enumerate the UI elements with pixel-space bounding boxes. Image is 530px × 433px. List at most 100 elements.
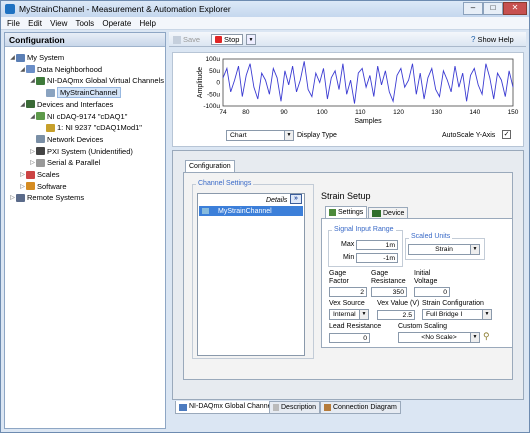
max-input[interactable]: 1m (356, 240, 398, 250)
lead-resistance-label: Lead Resistance (329, 323, 382, 330)
min-input[interactable]: -1m (356, 253, 398, 263)
tab-global-channel[interactable]: NI-DAQmx Global Channel (175, 401, 278, 414)
menu-tools[interactable]: Tools (75, 19, 94, 28)
tree-item[interactable]: ▷ Scales (19, 169, 59, 180)
display-type-label: Display Type (297, 132, 337, 139)
tree-item[interactable]: 1: NI 9237 "cDAQ1Mod1" (39, 122, 142, 133)
expand-toggle-icon[interactable]: ◢ (19, 101, 26, 108)
remote-icon (16, 193, 25, 202)
autoscale-label: AutoScale Y-Axis (442, 132, 496, 139)
expand-toggle-icon[interactable]: ◢ (19, 66, 26, 73)
channel-list-item[interactable]: MyStrainChannel (199, 206, 303, 216)
menu-edit[interactable]: Edit (28, 19, 42, 28)
custom-scaling-label: Custom Scaling (398, 323, 448, 330)
tree-item-label: Data Neighborhood (37, 64, 103, 74)
show-help-button[interactable]: ? Show Help (471, 34, 514, 45)
gage-factor-input[interactable]: 2 (329, 287, 367, 297)
stop-button[interactable]: Stop (211, 34, 244, 45)
channel-settings-title: Channel Settings (196, 180, 254, 187)
stop-icon (215, 36, 222, 43)
chassis-icon (36, 112, 45, 120)
save-button[interactable]: Save (173, 34, 200, 45)
scales-icon (26, 170, 35, 179)
y-tick-label: 100u (206, 56, 221, 63)
vex-source-label: Vex Source (329, 300, 365, 307)
help-icon: ? (471, 35, 476, 44)
stop-dropdown[interactable]: ▼ (246, 34, 256, 45)
x-axis-label: Samples (354, 118, 382, 125)
tab-settings[interactable]: Settings (325, 206, 368, 218)
tree-item[interactable]: ◢ My System (9, 52, 64, 63)
tree-item[interactable]: ▷ Serial & Parallel (29, 157, 100, 168)
vex-value-label: Vex Value (V) (377, 300, 420, 307)
chevron-down-icon: ▼ (470, 333, 479, 342)
tree-item[interactable]: ◢ NI-DAQmx Global Virtual Channels (29, 75, 164, 86)
channel-list[interactable] (197, 193, 305, 356)
custom-scaling-select[interactable]: <No Scale> ▼ (398, 332, 480, 343)
tree-item[interactable]: ◢ NI cDAQ-9174 "cDAQ1" (29, 111, 127, 122)
y-tick-label: 0 (216, 80, 220, 87)
tree-item[interactable]: ◢ Data Neighborhood (19, 64, 102, 75)
tree-item-label: Remote Systems (27, 193, 85, 203)
vex-source-select[interactable]: Internal ▼ (329, 309, 369, 320)
strain-setup-title: Strain Setup (321, 191, 371, 201)
module-icon (46, 123, 55, 132)
gage-resistance-input[interactable]: 350 (371, 287, 407, 297)
chevron-down-icon: ▼ (470, 245, 479, 254)
tree-item[interactable]: ◢ Devices and Interfaces (19, 99, 113, 110)
tree-item-label: Network Devices (47, 134, 104, 144)
tree-item[interactable]: ▷ PXI System (Unidentified) (29, 146, 133, 157)
tree-item[interactable]: Network Devices (29, 134, 103, 145)
tree-item[interactable]: MyStrainChannel (39, 87, 121, 99)
y-tick-label: -100u (203, 103, 220, 110)
tab-connection-diagram[interactable]: Connection Diagram (320, 401, 401, 414)
expand-toggle-icon[interactable]: ▷ (9, 194, 16, 201)
diagram-icon (324, 404, 331, 411)
computer-icon (16, 53, 25, 62)
title-bar: MyStrainChannel - Measurement & Automati… (1, 1, 529, 17)
minimize-button[interactable]: – (463, 2, 483, 15)
channel-tab-icon (179, 403, 187, 411)
menu-file[interactable]: File (7, 19, 20, 28)
expand-toggle-icon[interactable]: ◢ (29, 113, 36, 120)
tab-description[interactable]: Description (269, 401, 321, 414)
expand-toggle-icon[interactable]: ▷ (29, 159, 36, 166)
menu-operate[interactable]: Operate (102, 19, 131, 28)
signal-input-range-title: Signal Input Range (332, 226, 396, 233)
max-label: Max (341, 241, 355, 248)
tree-item-label: 1: NI 9237 "cDAQ1Mod1" (57, 123, 142, 133)
details-expand-button[interactable]: » (290, 194, 302, 204)
x-tick-label: 130 (431, 109, 442, 116)
menu-help[interactable]: Help (140, 19, 156, 28)
chevron-down-icon: ▼ (284, 131, 293, 140)
display-type-select[interactable]: Chart ▼ (226, 130, 294, 141)
vex-value-input[interactable]: 2.5 (377, 310, 415, 320)
close-button[interactable]: ✕ (503, 2, 527, 15)
devices-icon (26, 100, 35, 109)
x-tick-label: 110 (355, 109, 366, 116)
strain-configuration-select[interactable]: Full Bridge I ▼ (422, 309, 492, 320)
expand-toggle-icon[interactable]: ▷ (19, 183, 26, 190)
custom-scaling-edit-icon[interactable]: ⚲ (483, 331, 490, 342)
menu-bar: File Edit View Tools Operate Help (1, 17, 529, 30)
scaled-units-select[interactable]: Strain ▼ (408, 244, 480, 255)
scaled-units-title: Scaled Units (409, 233, 453, 240)
tab-configuration[interactable]: Configuration (185, 160, 235, 172)
app-icon (5, 4, 15, 14)
menu-view[interactable]: View (50, 19, 67, 28)
expand-toggle-icon[interactable]: ▷ (19, 171, 26, 178)
x-tick-label: 80 (242, 109, 250, 116)
maximize-button[interactable]: □ (483, 2, 503, 15)
lead-resistance-input[interactable]: 0 (329, 333, 370, 343)
device-icon (372, 209, 381, 217)
tree-item[interactable]: ▷ Remote Systems (9, 192, 84, 203)
autoscale-checkbox[interactable]: ✓ (502, 130, 511, 139)
initial-voltage-input[interactable]: 0 (414, 287, 450, 297)
folder-icon (26, 65, 35, 74)
expand-toggle-icon[interactable]: ◢ (9, 54, 16, 61)
settings-icon (329, 209, 336, 216)
expand-toggle-icon[interactable]: ◢ (29, 77, 36, 84)
min-label: Min (343, 254, 355, 261)
expand-toggle-icon[interactable]: ▷ (29, 148, 36, 155)
tree-item[interactable]: ▷ Software (19, 181, 66, 192)
